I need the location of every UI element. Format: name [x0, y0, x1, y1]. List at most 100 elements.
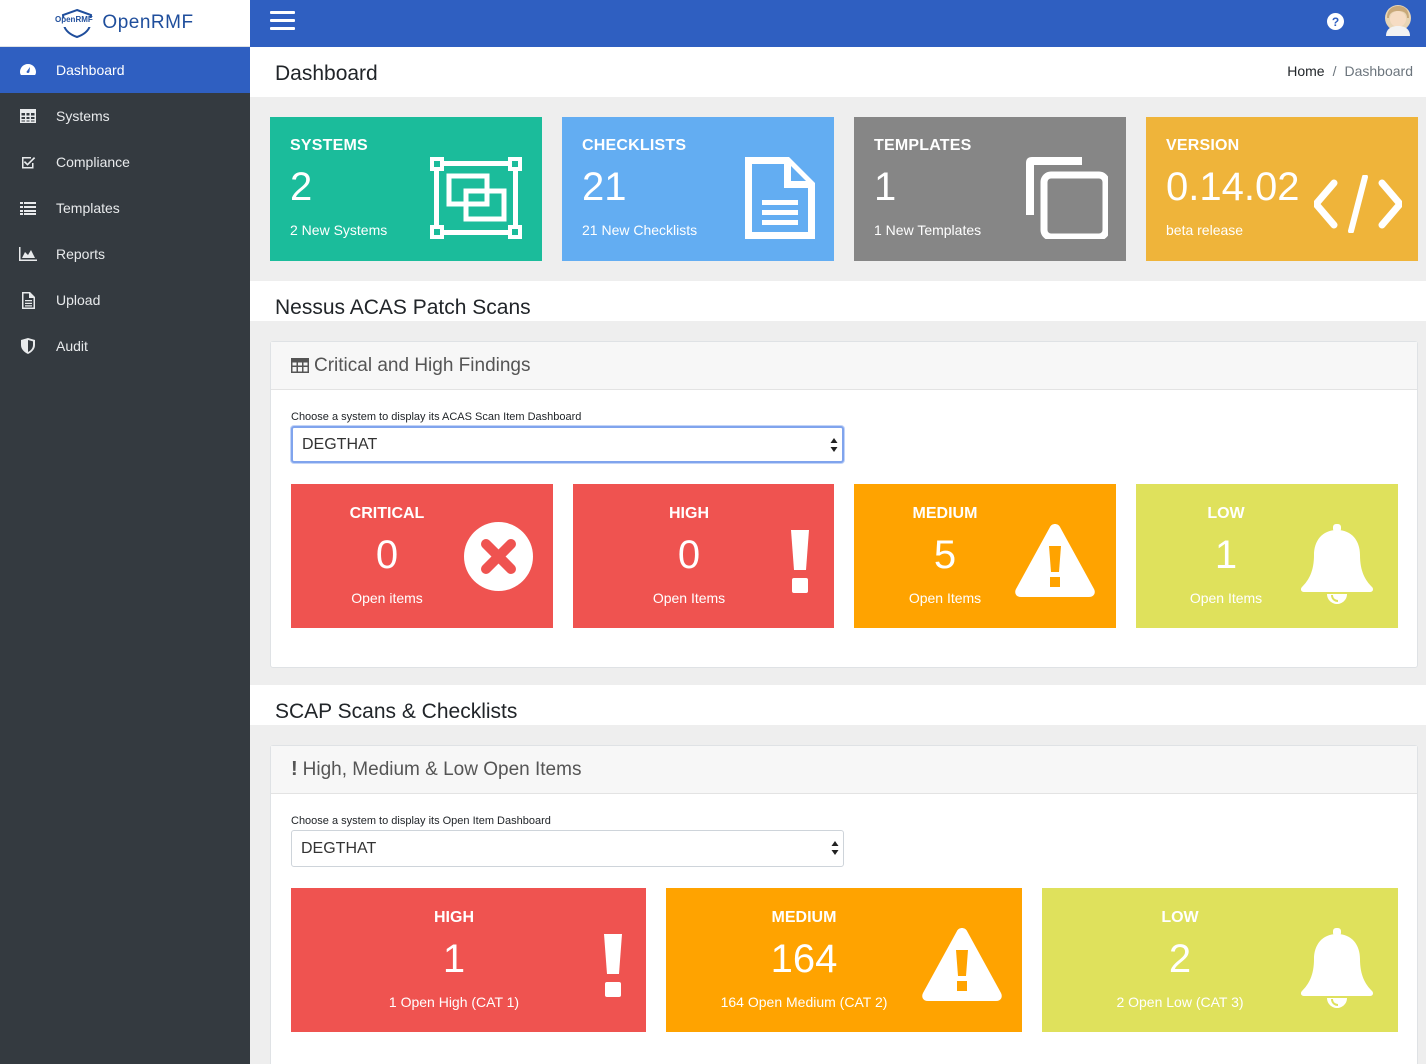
brand-logo: OpenRMF OpenRMF: [55, 8, 194, 38]
systems-info-box[interactable]: SYSTEMS 2 2 New Systems: [270, 117, 542, 261]
warning-triangle-icon: [922, 928, 1002, 1001]
severity-number: 0: [677, 533, 701, 577]
help-icon[interactable]: ?: [1327, 13, 1344, 30]
severity-subtitle: 164 Open Medium (CAT 2): [720, 994, 888, 1010]
table-icon: [291, 358, 309, 373]
select-value: DEGTHAT: [302, 435, 378, 453]
page-title: Dashboard: [275, 62, 378, 85]
breadcrumb-current: Dashboard: [1344, 63, 1414, 79]
info-box-subtitle: 1 New Templates: [874, 222, 982, 238]
severity-title: MEDIUM: [771, 909, 837, 926]
sidebar-item-label: Reports: [56, 246, 106, 262]
info-box-subtitle: 2 New Systems: [290, 222, 388, 238]
sidebar-item-audit[interactable]: Audit: [0, 323, 250, 369]
nessus-section-band: Nessus ACAS Patch Scans: [250, 281, 1426, 321]
card-header: Critical and High Findings: [271, 342, 1417, 390]
severity-subtitle: Open Items: [1189, 590, 1263, 606]
info-box-number: 2: [290, 165, 313, 209]
chevron-updown-icon: [830, 438, 838, 452]
scap-high-severity-box[interactable]: HIGH 1 1 Open High (CAT 1): [291, 888, 646, 1032]
severity-number: 164: [770, 937, 838, 981]
info-box-number: 0.14.02: [1166, 165, 1300, 209]
breadcrumb-home-link[interactable]: Home: [1287, 63, 1324, 79]
dashboard-gauge-icon: [18, 61, 38, 79]
critical-severity-box[interactable]: CRITICAL 0 Open items: [291, 484, 553, 628]
card-title: Critical and High Findings: [314, 354, 531, 376]
times-circle-icon: [464, 522, 533, 591]
sidebar-item-label: Compliance: [56, 154, 130, 170]
severity-title: LOW: [1161, 909, 1199, 926]
scap-low-severity-box[interactable]: LOW 2 2 Open Low (CAT 3): [1042, 888, 1398, 1032]
sidebar-item-label: Dashboard: [56, 62, 125, 78]
content-header: Dashboard Home / Dashboard: [250, 47, 1426, 97]
card-header: ! High, Medium & Low Open Items: [271, 746, 1417, 794]
chevron-updown-icon: [831, 841, 839, 855]
medium-severity-box[interactable]: MEDIUM 5 Open Items: [854, 484, 1116, 628]
warning-triangle-icon: [1015, 524, 1095, 597]
scap-open-items-card: ! High, Medium & Low Open Items Choose a…: [270, 745, 1418, 1064]
file-text-icon: [745, 157, 815, 239]
select-label: Choose a system to display its Open Item…: [291, 815, 551, 827]
area-chart-icon: [18, 245, 38, 263]
severity-subtitle: 1 Open High (CAT 1): [388, 994, 520, 1010]
open-item-system-select[interactable]: DEGTHAT: [291, 830, 844, 867]
info-box-number: 21: [582, 165, 627, 209]
severity-title: MEDIUM: [912, 505, 978, 522]
table-icon: [18, 107, 38, 125]
sidebar-item-label: Systems: [56, 108, 110, 124]
select-value: DEGTHAT: [301, 839, 377, 857]
brand[interactable]: OpenRMF OpenRMF: [0, 0, 250, 47]
severity-title: HIGH: [434, 909, 474, 926]
severity-subtitle: 2 Open Low (CAT 3): [1116, 994, 1244, 1010]
version-info-box[interactable]: VERSION 0.14.02 beta release: [1146, 117, 1418, 261]
info-box-number: 1: [874, 165, 897, 209]
sidebar-item-templates[interactable]: Templates: [0, 185, 250, 231]
info-box-title: CHECKLISTS: [582, 137, 687, 154]
low-severity-box[interactable]: LOW 1 Open Items: [1136, 484, 1398, 628]
info-box-title: SYSTEMS: [290, 137, 368, 154]
list-icon: [18, 199, 38, 217]
severity-title: HIGH: [669, 505, 709, 522]
bell-icon: [1300, 524, 1374, 604]
check-square-icon: [18, 153, 38, 171]
severity-title: CRITICAL: [349, 505, 425, 522]
sidebar-item-dashboard[interactable]: Dashboard: [0, 47, 250, 93]
scap-medium-severity-box[interactable]: MEDIUM 164 164 Open Medium (CAT 2): [666, 888, 1022, 1032]
severity-subtitle: Open Items: [908, 590, 982, 606]
exclamation-icon: [604, 934, 622, 997]
file-icon: [18, 291, 38, 309]
brand-logo-badge: OpenRMF: [55, 15, 93, 24]
scap-section-title: SCAP Scans & Checklists: [275, 700, 518, 723]
card-title: High, Medium & Low Open Items: [302, 758, 582, 780]
sidebar-nav: Dashboard Systems Compliance Templates R…: [0, 47, 250, 369]
severity-subtitle: Open items: [351, 590, 423, 606]
sidebar-item-label: Templates: [56, 200, 120, 216]
acas-system-select[interactable]: DEGTHAT: [291, 426, 844, 463]
exclamation-icon: [791, 530, 809, 593]
brand-name: OpenRMF: [102, 12, 194, 33]
severity-number: 1: [1214, 533, 1238, 577]
code-icon: [1314, 175, 1402, 233]
breadcrumb: Home / Dashboard: [1287, 63, 1413, 79]
sidebar-item-reports[interactable]: Reports: [0, 231, 250, 277]
scap-section-band: SCAP Scans & Checklists: [250, 685, 1426, 725]
user-avatar-icon[interactable]: [1383, 4, 1413, 36]
info-box-subtitle: beta release: [1166, 222, 1244, 238]
info-box-title: TEMPLATES: [874, 137, 972, 154]
sidebar-item-compliance[interactable]: Compliance: [0, 139, 250, 185]
nessus-findings-card: Critical and High Findings Choose a syst…: [270, 341, 1418, 668]
sidebar-item-systems[interactable]: Systems: [0, 93, 250, 139]
sidebar-item-label: Upload: [56, 292, 101, 308]
high-severity-box[interactable]: HIGH 0 Open Items: [573, 484, 834, 628]
select-label: Choose a system to display its ACAS Scan…: [291, 411, 582, 423]
copy-icon: [1026, 157, 1108, 239]
checklists-info-box[interactable]: CHECKLISTS 21 21 New Checklists: [562, 117, 834, 261]
severity-number: 1: [442, 937, 466, 981]
hamburger-icon[interactable]: [270, 11, 295, 33]
severity-title: LOW: [1207, 505, 1245, 522]
templates-info-box[interactable]: TEMPLATES 1 1 New Templates: [854, 117, 1126, 261]
sidebar-item-upload[interactable]: Upload: [0, 277, 250, 323]
bell-icon: [1300, 928, 1374, 1008]
sidebar: OpenRMF OpenRMF Dashboard Systems Compli…: [0, 0, 250, 1064]
severity-subtitle: Open Items: [652, 590, 726, 606]
